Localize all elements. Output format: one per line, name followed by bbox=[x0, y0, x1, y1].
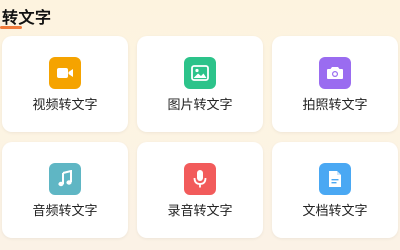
section-title-underline bbox=[0, 26, 22, 29]
audio-to-text-card[interactable]: 音频转文字 bbox=[2, 142, 128, 238]
video-to-text-label: 视频转文字 bbox=[32, 98, 98, 113]
photo-to-text-card[interactable]: 拍照转文字 bbox=[272, 36, 398, 132]
video-to-text-card[interactable]: 视频转文字 bbox=[2, 36, 128, 132]
document-to-text-label: 文档转文字 bbox=[302, 204, 368, 219]
image-to-text-card[interactable]: 图片转文字 bbox=[137, 36, 263, 132]
photo-to-text-label: 拍照转文字 bbox=[302, 98, 368, 113]
section-title: 转文字 bbox=[2, 8, 52, 27]
document-icon bbox=[319, 163, 351, 195]
video-camera-icon bbox=[49, 57, 81, 89]
image-icon bbox=[184, 57, 216, 89]
microphone-icon bbox=[184, 163, 216, 195]
document-to-text-card[interactable]: 文档转文字 bbox=[272, 142, 398, 238]
image-to-text-label: 图片转文字 bbox=[167, 98, 233, 113]
recording-to-text-card[interactable]: 录音转文字 bbox=[137, 142, 263, 238]
recording-to-text-label: 录音转文字 bbox=[167, 204, 233, 219]
music-note-icon bbox=[49, 163, 81, 195]
camera-icon bbox=[319, 57, 351, 89]
audio-to-text-label: 音频转文字 bbox=[32, 204, 98, 219]
